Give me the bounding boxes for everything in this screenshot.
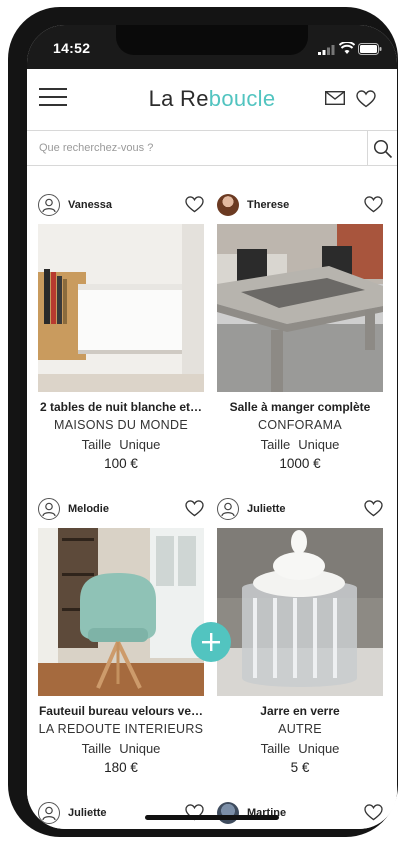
seller-info[interactable]: Juliette: [38, 802, 204, 826]
dining-table-photo: [217, 224, 383, 392]
seller-name: Juliette: [68, 807, 107, 819]
listing-brand: CONFORAMA: [258, 418, 342, 432]
listing-size: Taille Unique: [217, 437, 383, 452]
listing-photo[interactable]: [38, 224, 204, 392]
seller-name: Therese: [247, 199, 290, 211]
size-value: Unique: [298, 437, 340, 452]
like-heart-icon[interactable]: [364, 500, 383, 517]
listing-photo[interactable]: [38, 528, 204, 696]
like-heart-icon[interactable]: [364, 804, 383, 821]
armchair-photo: [38, 528, 204, 696]
phone-frame: 14:52 La Reboucle Que recherchez-vous ? …: [8, 7, 398, 837]
add-listing-button[interactable]: [191, 622, 231, 662]
listing-size: Taille Unique: [38, 741, 204, 756]
listing-photo[interactable]: [217, 528, 383, 696]
listing-size: Taille Unique: [217, 741, 383, 756]
status-time: 14:52: [53, 40, 91, 56]
listing-price: 1000 €: [279, 456, 321, 471]
nightstand-photo: [38, 224, 204, 392]
mail-icon[interactable]: [325, 91, 345, 105]
size-value: Unique: [119, 741, 161, 756]
listing-brand: AUTRE: [278, 722, 322, 736]
like-heart-icon[interactable]: [185, 500, 204, 517]
listing-title: Jarre en verre: [260, 704, 340, 718]
listing-photo[interactable]: [217, 224, 383, 392]
user-icon: [42, 198, 56, 213]
avatar: [38, 498, 60, 520]
user-icon: [42, 502, 56, 517]
app-screen: 14:52 La Reboucle Que recherchez-vous ? …: [27, 25, 397, 829]
search-icon: [373, 139, 393, 159]
glass-jar-photo: [217, 528, 383, 696]
size-value: Unique: [298, 741, 340, 756]
seller-info[interactable]: Martine: [217, 802, 383, 826]
listing-title: 2 tables de nuit blanche et…: [39, 400, 203, 414]
user-icon: [221, 502, 235, 517]
battery-icon: [358, 43, 382, 55]
seller-info[interactable]: Vanessa: [38, 194, 204, 218]
wifi-icon: [339, 42, 355, 54]
app-header: La Reboucle: [27, 69, 397, 129]
home-indicator[interactable]: [145, 815, 279, 820]
size-label: Taille: [81, 437, 112, 452]
user-icon: [42, 806, 56, 821]
size-label: Taille: [260, 741, 291, 756]
seller-name: Melodie: [68, 503, 109, 515]
listing-title: Fauteuil bureau velours ve…: [38, 704, 204, 718]
like-heart-icon[interactable]: [185, 196, 204, 213]
avatar: [217, 194, 239, 216]
status-bar: 14:52: [27, 25, 397, 69]
listing-title: Salle à manger complète: [229, 400, 371, 414]
listings-feed: Vanessa 2 tables de nuit blanche et… MAI…: [27, 166, 397, 829]
signal-icon: [318, 45, 335, 55]
size-label: Taille: [81, 741, 112, 756]
favorites-heart-icon[interactable]: [356, 90, 376, 108]
listing-price: 100 €: [104, 456, 138, 471]
seller-name: Juliette: [247, 503, 286, 515]
listing-price: 5 €: [290, 760, 310, 775]
avatar: [38, 194, 60, 216]
listing-brand: MAISONS DU MONDE: [54, 418, 188, 432]
listing-size: Taille Unique: [38, 437, 204, 452]
notch: [116, 25, 308, 55]
seller-name: Vanessa: [68, 199, 113, 211]
avatar: [217, 802, 239, 824]
seller-info[interactable]: Melodie: [38, 498, 204, 522]
listing-price: 180 €: [104, 760, 138, 775]
size-label: Taille: [260, 437, 291, 452]
seller-info[interactable]: Juliette: [217, 498, 383, 522]
search-input[interactable]: [27, 131, 367, 165]
search-button[interactable]: [367, 131, 397, 165]
avatar: [217, 498, 239, 520]
seller-info[interactable]: Therese: [217, 194, 383, 218]
avatar: [38, 802, 60, 824]
brand-logo-text: La Re: [148, 86, 209, 111]
search-bar: [27, 130, 397, 166]
size-value: Unique: [119, 437, 161, 452]
listing-brand: LA REDOUTE INTERIEURS: [38, 722, 204, 736]
plus-icon: [202, 633, 220, 651]
brand-logo-accent: boucle: [208, 86, 276, 111]
like-heart-icon[interactable]: [364, 196, 383, 213]
